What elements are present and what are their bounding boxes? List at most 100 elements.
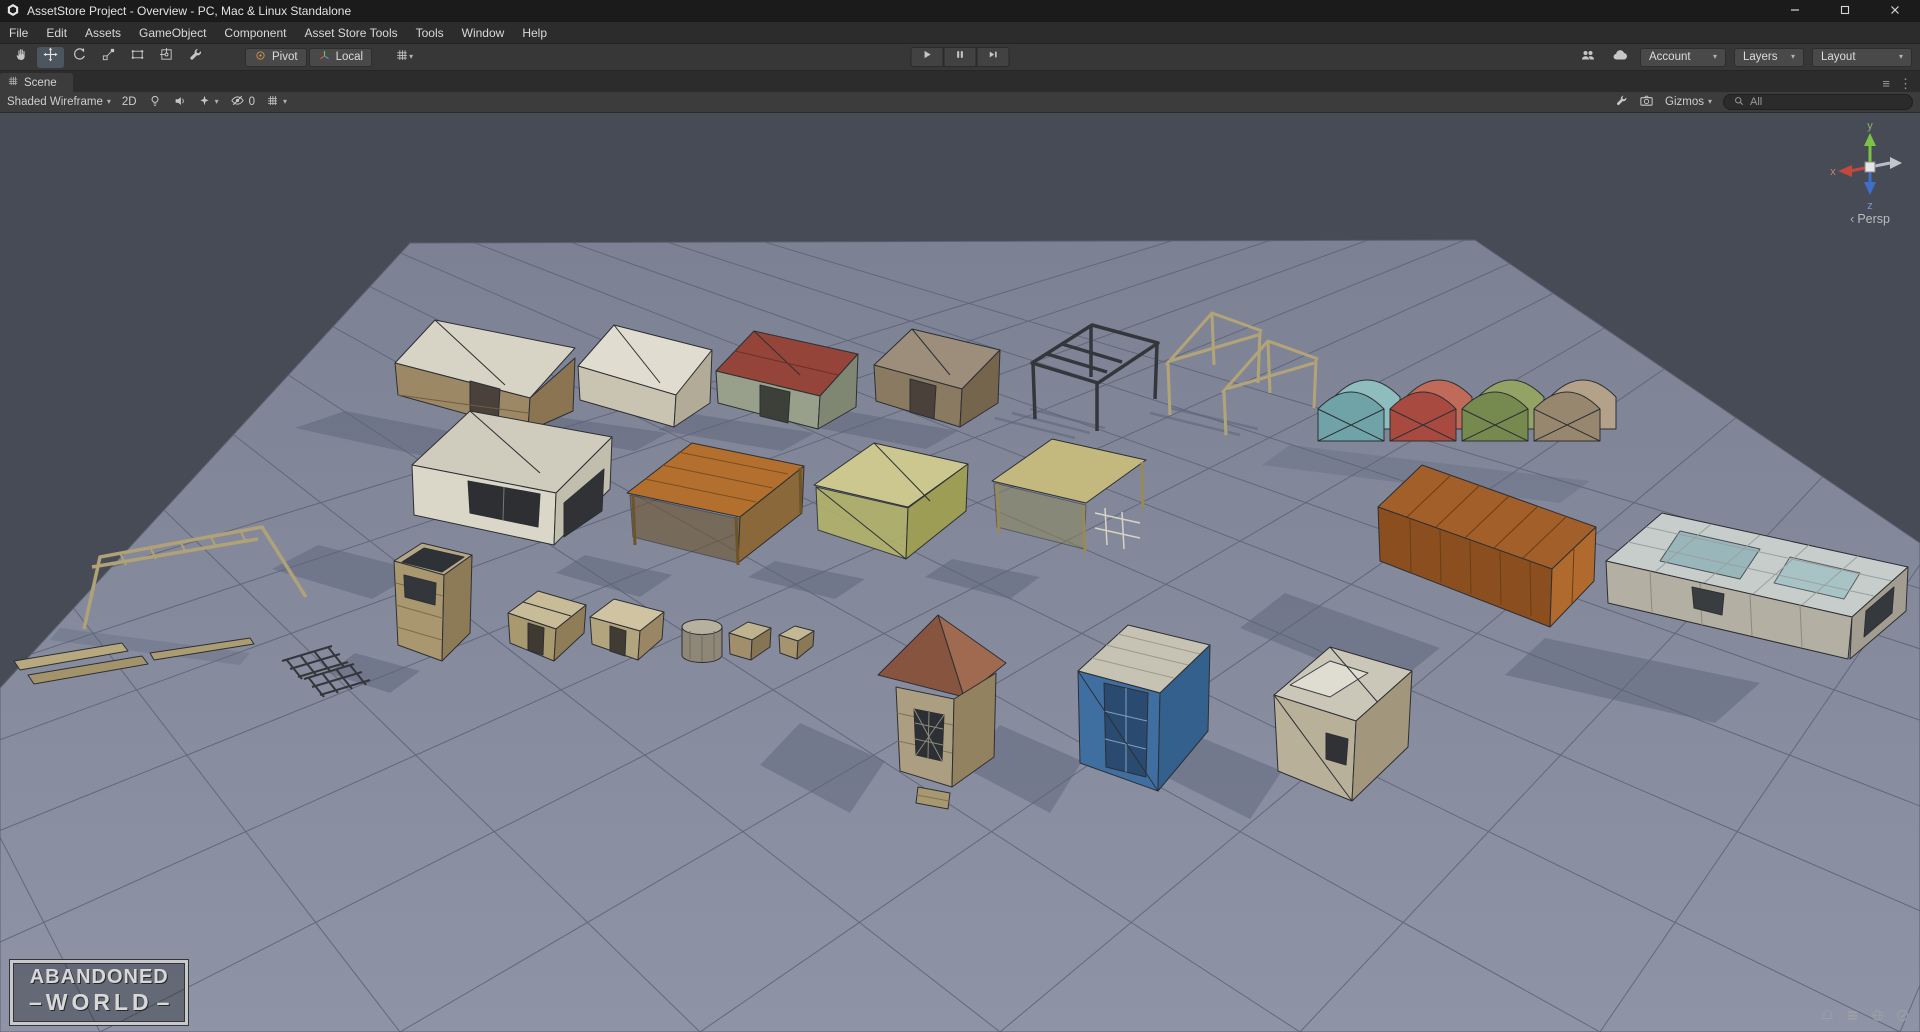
console-stack-icon[interactable] bbox=[1845, 1008, 1860, 1028]
scene-search-input[interactable] bbox=[1750, 96, 1903, 108]
main-toolbar: Pivot Local ▾ Account ▾ Layers ▾ Layout … bbox=[0, 44, 1920, 71]
scene-toolbar-right: Gizmos ▾ bbox=[1615, 93, 1913, 111]
model-watchtower-shack[interactable] bbox=[393, 542, 473, 662]
layout-label: Layout bbox=[1821, 51, 1856, 63]
rect-tool-button[interactable] bbox=[124, 47, 151, 68]
maximize-button[interactable] bbox=[1820, 0, 1870, 22]
effects-icon bbox=[198, 94, 211, 110]
watermark-dash-right: – bbox=[156, 989, 170, 1015]
gizmo-y-cone[interactable] bbox=[1864, 133, 1876, 146]
projection-label: Persp bbox=[1857, 212, 1890, 226]
local-axes-icon bbox=[318, 49, 331, 65]
pane-menu-icon[interactable]: ≡ bbox=[1882, 77, 1890, 90]
minimize-button[interactable] bbox=[1770, 0, 1820, 22]
effects-caret-icon: ▾ bbox=[214, 97, 219, 106]
grid-icon bbox=[266, 94, 279, 110]
pivot-label: Pivot bbox=[272, 51, 298, 63]
network-globe-icon[interactable] bbox=[1870, 1008, 1885, 1028]
menu-window[interactable]: Window bbox=[453, 22, 514, 43]
scene-camera-button[interactable] bbox=[1639, 93, 1654, 111]
menu-file[interactable]: File bbox=[0, 22, 37, 43]
title-bar: AssetStore Project - Overview - PC, Mac … bbox=[0, 0, 1920, 22]
layers-dropdown[interactable]: Layers ▾ bbox=[1734, 47, 1804, 67]
scene-tools-button[interactable] bbox=[1615, 94, 1628, 110]
watermark-dash-left: – bbox=[29, 989, 42, 1015]
local-toggle[interactable]: Local bbox=[308, 47, 373, 67]
draw-mode-dropdown[interactable]: Shaded Wireframe ▾ bbox=[7, 96, 111, 108]
scene-grid-icon bbox=[7, 75, 19, 90]
cloud-icon bbox=[1612, 47, 1628, 68]
rect-tool-icon bbox=[130, 47, 145, 67]
scene-search-field[interactable] bbox=[1723, 94, 1913, 110]
window-title: AssetStore Project - Overview - PC, Mac … bbox=[27, 4, 352, 18]
pivot-icon bbox=[254, 49, 267, 65]
scene-grid-dropdown[interactable]: ▾ bbox=[266, 94, 287, 110]
collab-button[interactable] bbox=[1576, 47, 1600, 67]
gizmos-caret-icon: ▾ bbox=[1707, 97, 1712, 106]
move-tool-button[interactable] bbox=[37, 46, 64, 68]
grid-snap-icon bbox=[395, 48, 409, 67]
cloud-button[interactable] bbox=[1608, 47, 1632, 67]
pause-button[interactable] bbox=[943, 47, 977, 67]
pause-icon bbox=[954, 48, 967, 66]
menu-bar: File Edit Assets GameObject Component As… bbox=[0, 22, 1920, 44]
watermark-line2: – WORLD – bbox=[25, 989, 173, 1016]
menu-gameobject[interactable]: GameObject bbox=[130, 22, 215, 43]
unity-editor-window: AssetStore Project - Overview - PC, Mac … bbox=[0, 0, 1920, 1032]
gizmo-z-cone[interactable] bbox=[1864, 182, 1876, 195]
grid-snap-button[interactable]: ▾ bbox=[392, 47, 416, 67]
model-barrel[interactable] bbox=[681, 619, 723, 663]
pivot-toggle[interactable]: Pivot bbox=[245, 47, 307, 67]
projection-toggle[interactable]: ‹ Persp bbox=[1820, 211, 1920, 226]
menu-component[interactable]: Component bbox=[215, 22, 295, 43]
pane-kebab-icon[interactable]: ⋮ bbox=[1899, 77, 1912, 90]
scale-tool-button[interactable] bbox=[95, 47, 122, 68]
scene-effects-dropdown[interactable]: ▾ bbox=[198, 94, 219, 110]
menu-assets[interactable]: Assets bbox=[76, 22, 130, 43]
transform-tool-button[interactable] bbox=[153, 47, 180, 68]
lightbulb-icon bbox=[148, 94, 162, 111]
menu-asset-store-tools[interactable]: Asset Store Tools bbox=[295, 22, 406, 43]
rotate-tool-button[interactable] bbox=[66, 47, 93, 68]
menu-tools[interactable]: Tools bbox=[407, 22, 453, 43]
local-label: Local bbox=[335, 51, 364, 63]
layout-dropdown[interactable]: Layout ▾ bbox=[1812, 47, 1912, 67]
scene-lighting-toggle[interactable] bbox=[148, 94, 162, 111]
play-controls bbox=[910, 47, 1010, 67]
hand-icon bbox=[14, 47, 29, 67]
custom-tool-button[interactable] bbox=[182, 47, 209, 68]
orientation-gizmo[interactable]: y x z bbox=[1826, 117, 1914, 213]
gizmo-gray-handle[interactable] bbox=[1890, 157, 1902, 169]
tab-scene[interactable]: Scene bbox=[0, 73, 73, 92]
maximize-icon bbox=[1839, 4, 1851, 19]
hand-tool-button[interactable] bbox=[8, 47, 35, 68]
menu-edit[interactable]: Edit bbox=[37, 22, 76, 43]
camera-icon bbox=[1639, 93, 1654, 111]
account-dropdown[interactable]: Account ▾ bbox=[1640, 47, 1726, 67]
hidden-objects-toggle[interactable]: 0 bbox=[230, 93, 255, 111]
scene-view-toolbar: Shaded Wireframe ▾ 2D ▾ 0 ▾ Gizmos ▾ All bbox=[0, 92, 1920, 113]
abandoned-world-watermark: ABANDONED – WORLD – bbox=[10, 960, 189, 1025]
collab-icon bbox=[1580, 47, 1596, 68]
layers-label: Layers bbox=[1743, 51, 1778, 63]
2d-toggle[interactable]: 2D bbox=[122, 96, 137, 108]
notification-bell-icon[interactable] bbox=[1820, 1008, 1835, 1028]
close-button[interactable] bbox=[1870, 0, 1920, 22]
gizmos-label: Gizmos bbox=[1665, 96, 1704, 108]
hidden-eye-icon bbox=[230, 93, 245, 111]
hidden-objects-count: 0 bbox=[248, 96, 256, 108]
menu-help[interactable]: Help bbox=[513, 22, 556, 43]
gizmo-center-cube[interactable] bbox=[1864, 161, 1876, 173]
status-icons bbox=[1820, 1008, 1910, 1028]
pane-header-icons: ≡ ⋮ bbox=[1882, 77, 1912, 90]
play-button[interactable] bbox=[910, 47, 944, 67]
scene-audio-toggle[interactable] bbox=[173, 94, 187, 111]
gizmos-dropdown[interactable]: Gizmos ▾ bbox=[1665, 96, 1712, 108]
scene-canvas[interactable] bbox=[0, 113, 1920, 1032]
layers-caret-icon: ▾ bbox=[1790, 52, 1795, 61]
sync-check-icon[interactable] bbox=[1895, 1008, 1910, 1028]
step-button[interactable] bbox=[976, 47, 1010, 67]
small-wrench-icon bbox=[1615, 94, 1628, 110]
gizmo-x-cone[interactable] bbox=[1838, 165, 1852, 177]
scene-viewport[interactable]: y x z ‹ Persp ABANDONED – WORLD – bbox=[0, 113, 1920, 1032]
